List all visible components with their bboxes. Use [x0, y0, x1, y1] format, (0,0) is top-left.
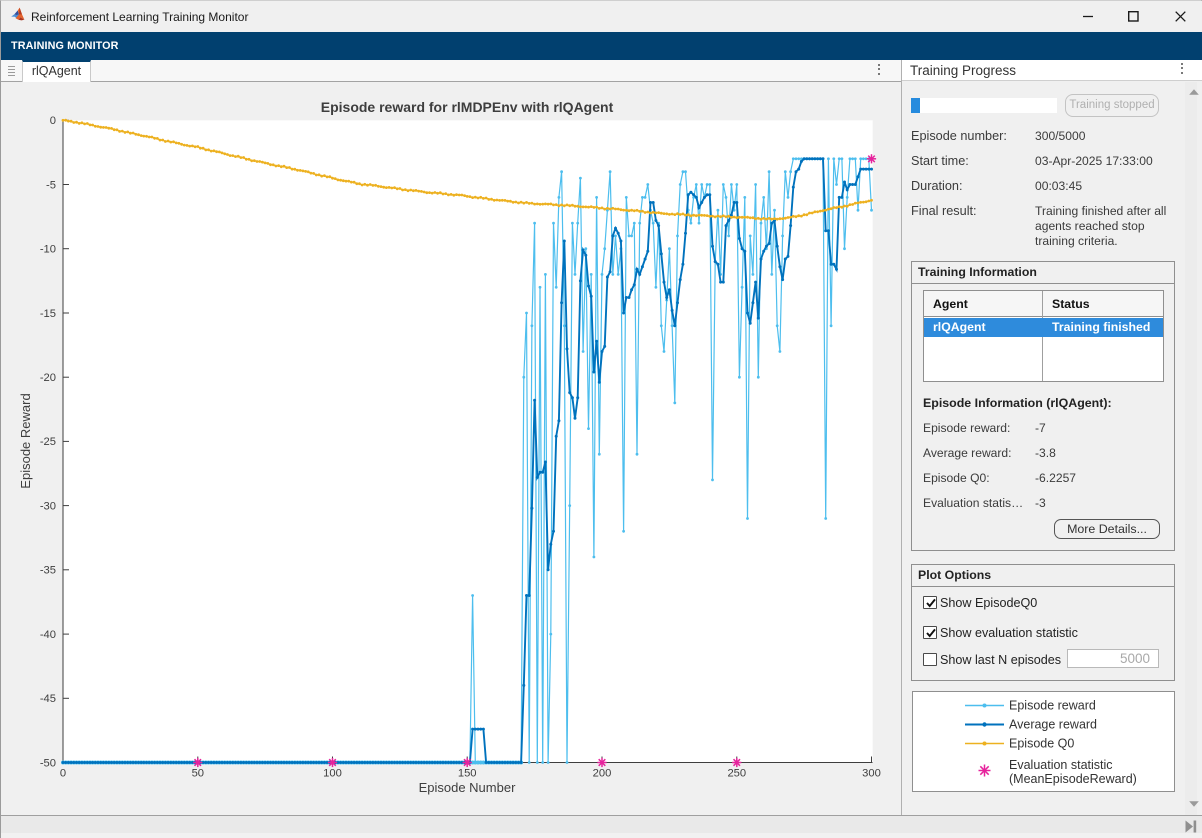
- svg-text:Episode reward: Episode reward: [1009, 699, 1096, 713]
- svg-text:Episode Number: Episode Number: [419, 780, 516, 795]
- svg-text:(MeanEpisodeReward): (MeanEpisodeReward): [1009, 772, 1137, 786]
- svg-text:50: 50: [192, 768, 204, 780]
- svg-text:-25: -25: [40, 436, 56, 448]
- svg-text:Episode reward for rlMDPEnv wi: Episode reward for rlMDPEnv with rlQAgen…: [321, 99, 614, 115]
- svg-text:0: 0: [50, 115, 56, 127]
- svg-text:Episode Reward: Episode Reward: [18, 393, 33, 488]
- svg-text:-15: -15: [40, 308, 56, 320]
- svg-text:300: 300: [862, 768, 881, 780]
- svg-text:-50: -50: [40, 757, 56, 769]
- svg-text:Evaluation statistic: Evaluation statistic: [1009, 758, 1113, 772]
- svg-text:-10: -10: [40, 244, 56, 256]
- svg-text:250: 250: [727, 768, 746, 780]
- svg-text:-40: -40: [40, 629, 56, 641]
- svg-text:-35: -35: [40, 565, 56, 577]
- svg-text:-5: -5: [46, 179, 56, 191]
- svg-text:0: 0: [60, 768, 66, 780]
- svg-text:Episode Q0: Episode Q0: [1009, 737, 1074, 751]
- svg-text:-20: -20: [40, 372, 56, 384]
- svg-text:Average reward: Average reward: [1009, 718, 1097, 732]
- svg-text:-45: -45: [40, 693, 56, 705]
- svg-text:-30: -30: [40, 500, 56, 512]
- svg-text:200: 200: [593, 768, 612, 780]
- svg-text:150: 150: [458, 768, 477, 780]
- svg-text:100: 100: [323, 768, 342, 780]
